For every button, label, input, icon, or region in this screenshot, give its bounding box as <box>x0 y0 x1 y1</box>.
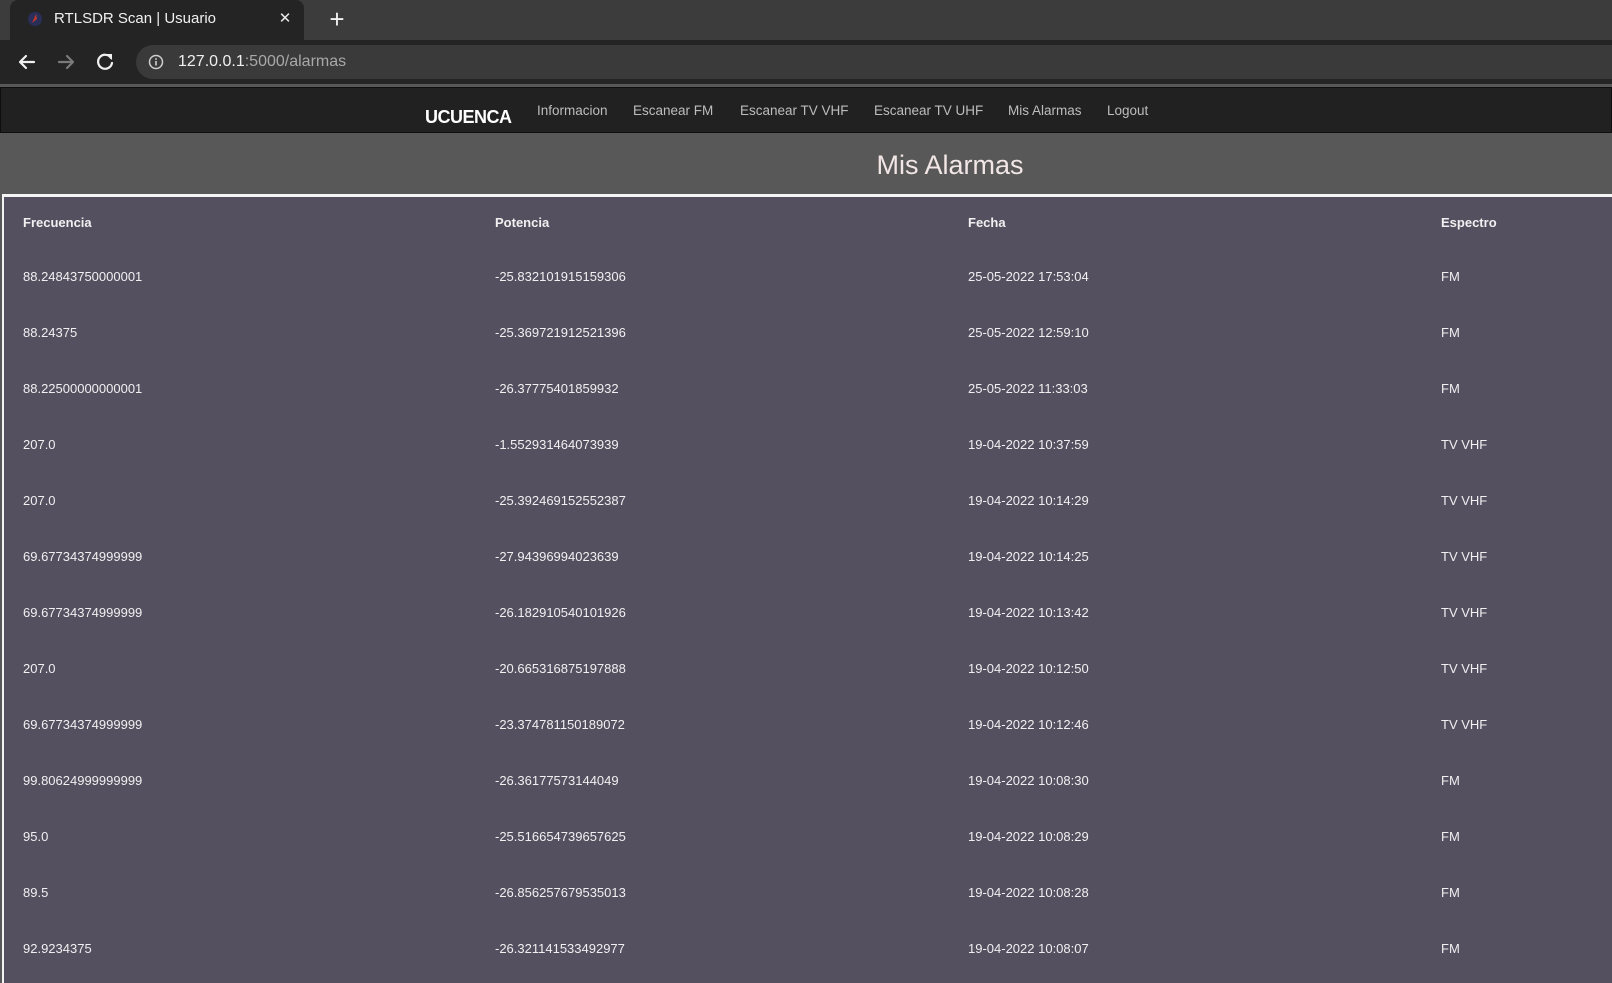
frecuencia-cell: 92.9234375 <box>23 940 92 956</box>
site-info-icon[interactable] <box>148 54 164 70</box>
potencia-cell: -20.665316875197888 <box>495 660 626 676</box>
alarms-table-body: 88.24843750000001 -25.832101915159306 25-0… <box>4 248 1612 976</box>
potencia-cell: -25.516654739657625 <box>495 828 626 844</box>
fecha-cell: 19-04-2022 10:08:30 <box>968 772 1089 788</box>
potencia-cell: -1.552931464073939 <box>495 436 619 452</box>
table-row: 88.24375 -25.369721912521396 25-05-2022 12… <box>4 304 1612 360</box>
column-header-potencia: Potencia <box>495 215 550 230</box>
fecha-cell: 25-05-2022 17:53:04 <box>968 268 1089 284</box>
table-row: 207.0 -20.665316875197888 19-04-2022 10:12… <box>4 640 1612 696</box>
frecuencia-cell: 95.0 <box>23 828 49 844</box>
espectro-cell: FM <box>1441 828 1460 844</box>
fecha-cell: 19-04-2022 10:14:29 <box>968 492 1089 508</box>
nav-link-escanear-tv-uhf[interactable]: Escanear TV UHF <box>874 103 983 118</box>
fecha-cell: 19-04-2022 10:12:46 <box>968 716 1089 732</box>
potencia-cell: -23.374781150189072 <box>495 716 625 732</box>
frecuencia-cell: 88.24843750000001 <box>23 268 143 284</box>
frecuencia-cell: 69.67734374999999 <box>23 604 143 620</box>
espectro-cell: TV VHF <box>1441 716 1488 732</box>
alarms-panel: Frecuencia Potencia Fecha Espectro 88.24… <box>2 194 1612 983</box>
potencia-cell: -25.832101915159306 <box>495 268 626 284</box>
fecha-cell: 19-04-2022 10:08:28 <box>968 884 1089 900</box>
table-row: 69.67734374999999 -23.374781150189072 19-0… <box>4 696 1612 752</box>
espectro-cell: FM <box>1441 380 1460 396</box>
potencia-cell: -27.94396994023639 <box>495 548 619 564</box>
fecha-cell: 25-05-2022 12:59:10 <box>968 324 1089 340</box>
url-host: 127.0.0.1 <box>178 53 245 70</box>
potencia-cell: -26.37775401859932 <box>495 380 619 396</box>
url-text[interactable]: 127.0.0.1:5000/alarmas <box>178 53 346 71</box>
browser-tab[interactable]: RTLSDR Scan | Usuario ✕ <box>10 0 304 40</box>
table-row: 88.24843750000001 -25.832101915159306 25-0… <box>4 248 1612 304</box>
potencia-cell: -26.856257679535013 <box>495 884 626 900</box>
column-header-fecha: Fecha <box>968 215 1006 230</box>
tab-title: RTLSDR Scan | Usuario <box>54 10 217 27</box>
espectro-cell: FM <box>1441 324 1460 340</box>
espectro-cell: FM <box>1441 268 1460 284</box>
table-row: 69.67734374999999 -27.94396994023639 19-04… <box>4 528 1612 584</box>
espectro-cell: FM <box>1441 940 1460 956</box>
page-viewport: UCUENCA Informacion Escanear FM Escanear… <box>0 84 1612 983</box>
table-row: 99.80624999999999 -26.36177573144049 19-04… <box>4 752 1612 808</box>
back-arrow-icon[interactable] <box>14 49 40 75</box>
potencia-cell: -26.182910540101926 <box>495 604 626 620</box>
fecha-cell: 19-04-2022 10:13:42 <box>968 604 1089 620</box>
espectro-cell: TV VHF <box>1441 436 1488 452</box>
nav-link-informacion[interactable]: Informacion <box>537 103 608 118</box>
nav-link-escanear-fm[interactable]: Escanear FM <box>633 103 713 118</box>
espectro-cell: FM <box>1441 772 1460 788</box>
forward-arrow-icon[interactable] <box>53 49 79 75</box>
fecha-cell: 19-04-2022 10:12:50 <box>968 660 1089 676</box>
table-row: 92.9234375 -26.321141533492977 19-04-2022 … <box>4 920 1612 976</box>
fecha-cell: 19-04-2022 10:08:07 <box>968 940 1089 956</box>
page-title: Mis Alarmas <box>876 150 1024 180</box>
frecuencia-cell: 99.80624999999999 <box>23 772 143 788</box>
potencia-cell: -26.321141533492977 <box>495 940 625 956</box>
reload-icon[interactable] <box>92 49 118 75</box>
frecuencia-cell: 207.0 <box>23 660 56 676</box>
espectro-cell: TV VHF <box>1441 604 1488 620</box>
fecha-cell: 19-04-2022 10:08:29 <box>968 828 1089 844</box>
alarms-table: Frecuencia Potencia Fecha Espectro 88.24… <box>4 197 1612 976</box>
table-row: 207.0 -25.392469152552387 19-04-2022 10:14… <box>4 472 1612 528</box>
espectro-cell: TV VHF <box>1441 492 1488 508</box>
table-header-row: Frecuencia Potencia Fecha Espectro <box>4 197 1612 248</box>
frecuencia-cell: 69.67734374999999 <box>23 716 143 732</box>
url-path: :5000/alarmas <box>244 53 347 70</box>
table-row: 69.67734374999999 -26.182910540101926 19-0… <box>4 584 1612 640</box>
table-row: 95.0 -25.516654739657625 19-04-2022 10:08:… <box>4 808 1612 864</box>
fecha-cell: 25-05-2022 11:33:03 <box>968 380 1088 396</box>
browser-tabstrip: RTLSDR Scan | Usuario ✕ + <box>0 0 1612 40</box>
espectro-cell: FM <box>1441 884 1460 900</box>
column-header-espectro: Espectro <box>1441 215 1497 230</box>
nav-link-mis-alarmas[interactable]: Mis Alarmas <box>1008 103 1082 118</box>
potencia-cell: -26.36177573144049 <box>495 772 619 788</box>
fecha-cell: 19-04-2022 10:14:25 <box>968 548 1089 564</box>
frecuencia-cell: 89.5 <box>23 884 49 900</box>
frecuencia-cell: 69.67734374999999 <box>23 548 143 564</box>
address-bar[interactable]: 127.0.0.1:5000/alarmas <box>136 45 1612 79</box>
frecuencia-cell: 207.0 <box>23 492 56 508</box>
column-header-frecuencia: Frecuencia <box>23 215 92 230</box>
nav-link-logout[interactable]: Logout <box>1107 103 1148 118</box>
site-navbar: UCUENCA Informacion Escanear FM Escanear… <box>0 87 1612 133</box>
espectro-cell: TV VHF <box>1441 660 1488 676</box>
nav-link-escanear-tv-vhf[interactable]: Escanear TV VHF <box>740 103 849 118</box>
table-row: 88.22500000000001 -26.37775401859932 25-05… <box>4 360 1612 416</box>
frecuencia-cell: 88.24375 <box>23 324 78 340</box>
frecuencia-cell: 207.0 <box>23 436 56 452</box>
brand-logo[interactable]: UCUENCA <box>425 107 512 128</box>
espectro-cell: TV VHF <box>1441 548 1488 564</box>
tab-close-icon[interactable]: ✕ <box>276 10 294 28</box>
browser-toolbar: 127.0.0.1:5000/alarmas <box>0 40 1612 84</box>
new-tab-plus-icon[interactable]: + <box>324 6 350 32</box>
potencia-cell: -25.369721912521396 <box>495 324 626 340</box>
potencia-cell: -25.392469152552387 <box>495 492 626 508</box>
frecuencia-cell: 88.22500000000001 <box>23 380 143 396</box>
site-favicon-icon <box>28 12 42 26</box>
table-row: 207.0 -1.552931464073939 19-04-2022 10:37:… <box>4 416 1612 472</box>
fecha-cell: 19-04-2022 10:37:59 <box>968 436 1089 452</box>
table-row: 89.5 -26.856257679535013 19-04-2022 10:08:… <box>4 864 1612 920</box>
